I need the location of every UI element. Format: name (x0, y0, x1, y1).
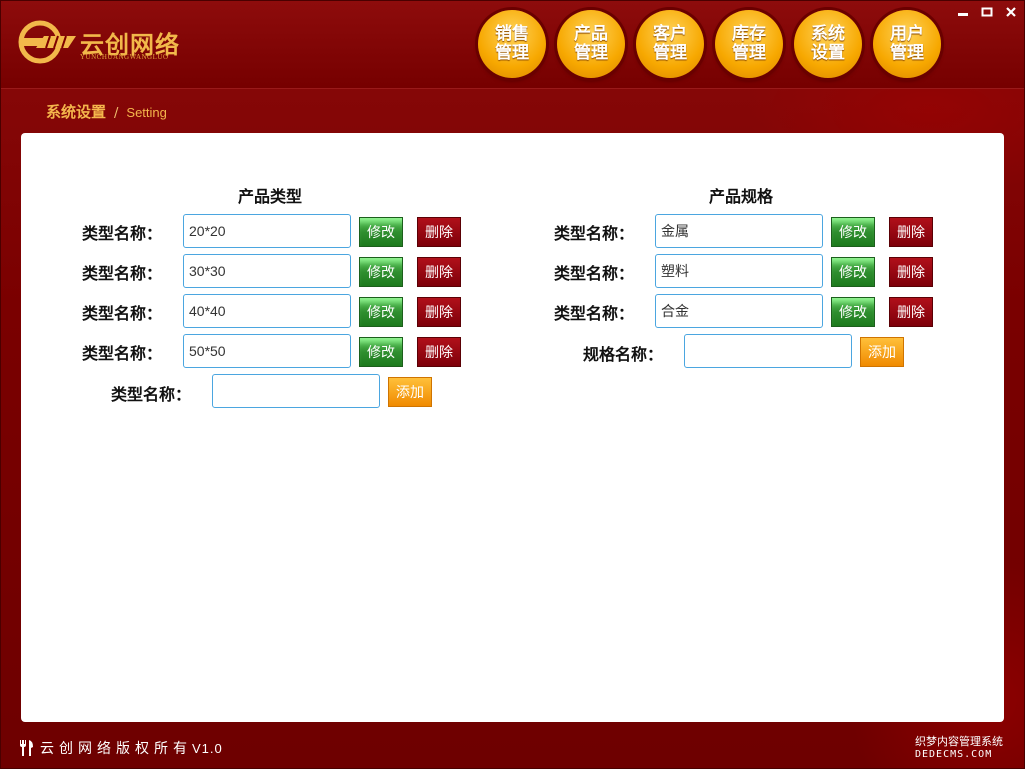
type-edit-button[interactable]: 修改 (359, 257, 403, 287)
spec-name-input[interactable]: 金属 (655, 214, 823, 248)
type-delete-button[interactable]: 删除 (417, 337, 461, 367)
minimize-button[interactable] (956, 6, 970, 18)
breadcrumb: 系统设置 / Setting (46, 101, 167, 122)
type-delete-button[interactable]: 删除 (417, 257, 461, 287)
type-add-button[interactable]: 添加 (388, 377, 432, 407)
spec-add-label: 规格名称： (583, 345, 664, 364)
spec-edit-button[interactable]: 修改 (831, 217, 875, 247)
type-row-label: 类型名称： (82, 304, 163, 323)
watermark: 织梦内容管理系统 DEDECMS.COM (915, 735, 1003, 761)
breadcrumb-section: 系统设置 (46, 103, 107, 121)
type-delete-button[interactable]: 删除 (417, 217, 461, 247)
spec-name-input[interactable]: 塑料 (655, 254, 823, 288)
nav-settings-button[interactable]: 系统 设置 (794, 10, 862, 78)
brand-logo-icon (18, 20, 76, 64)
footer: 云创网络版权所有 V1.0 (18, 738, 223, 758)
settings-panel: 产品类型 类型名称： 20*20 修改 删除 类型名称： 30*30 修改 删除… (21, 133, 1004, 722)
type-add-input[interactable] (212, 374, 380, 408)
version-text: V1.0 (192, 740, 223, 756)
app-window: 云创网络 YUNCHUANGWANGLUO 销售 管理 产品 管理 客户 管理 库存管… (0, 0, 1025, 769)
product-spec-title: 产品规格 (709, 187, 774, 206)
copyright-text: 云创网络版权所有 (40, 741, 192, 757)
type-add-label: 类型名称： (111, 385, 192, 404)
product-type-title: 产品类型 (238, 187, 303, 206)
nav-customer-button[interactable]: 客户 管理 (636, 10, 704, 78)
spec-edit-button[interactable]: 修改 (831, 297, 875, 327)
brand-subtitle: YUNCHUANGWANGLUO (80, 53, 169, 61)
spec-name-input[interactable]: 合金 (655, 294, 823, 328)
header-bar: 云创网络 YUNCHUANGWANGLUO 销售 管理 产品 管理 客户 管理 库存管… (0, 0, 1025, 89)
spec-delete-button[interactable]: 删除 (889, 217, 933, 247)
breadcrumb-separator: / (114, 106, 119, 121)
spec-delete-button[interactable]: 删除 (889, 257, 933, 287)
type-name-input[interactable]: 50*50 (183, 334, 351, 368)
type-edit-button[interactable]: 修改 (359, 217, 403, 247)
type-delete-button[interactable]: 删除 (417, 297, 461, 327)
breadcrumb-english: Setting (126, 105, 167, 120)
nav-user-button[interactable]: 用户 管理 (873, 10, 941, 78)
watermark-line2: DEDECMS.COM (915, 749, 993, 760)
minimize-icon (958, 13, 968, 16)
spec-add-input[interactable] (684, 334, 852, 368)
spec-edit-button[interactable]: 修改 (831, 257, 875, 287)
nav-sales-button[interactable]: 销售 管理 (478, 10, 546, 78)
type-row-label: 类型名称： (82, 224, 163, 243)
spec-add-button[interactable]: 添加 (860, 337, 904, 367)
fork-knife-icon (20, 740, 33, 756)
watermark-line1: 织梦内容管理系统 (915, 735, 1003, 748)
nav-product-button[interactable]: 产品 管理 (557, 10, 625, 78)
type-name-input[interactable]: 30*30 (183, 254, 351, 288)
type-name-input[interactable]: 40*40 (183, 294, 351, 328)
type-row-label: 类型名称： (82, 264, 163, 283)
maximize-icon (981, 7, 993, 17)
spec-row-label: 类型名称： (554, 304, 635, 323)
maximize-button[interactable] (980, 6, 994, 18)
spec-row-label: 类型名称： (554, 264, 635, 283)
type-name-input[interactable]: 20*20 (183, 214, 351, 248)
type-row-label: 类型名称： (82, 344, 163, 363)
spec-delete-button[interactable]: 删除 (889, 297, 933, 327)
close-icon (1006, 7, 1016, 17)
spec-row-label: 类型名称： (554, 224, 635, 243)
type-edit-button[interactable]: 修改 (359, 297, 403, 327)
close-button[interactable] (1004, 6, 1018, 18)
nav-inventory-button[interactable]: 库存 管理 (715, 10, 783, 78)
type-edit-button[interactable]: 修改 (359, 337, 403, 367)
